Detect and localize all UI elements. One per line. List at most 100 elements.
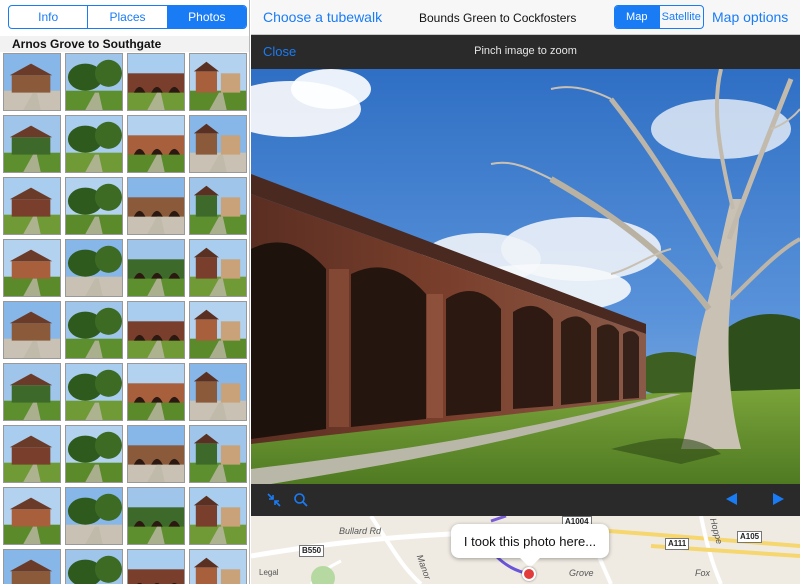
tab-places[interactable]: Places	[88, 6, 168, 28]
thumbnail-image	[190, 116, 246, 172]
map-type-toggle: Map Satellite	[614, 5, 704, 29]
photo-thumbnail[interactable]	[3, 115, 61, 173]
photo-thumbnail[interactable]	[3, 301, 61, 359]
photo-thumbnail[interactable]	[189, 53, 247, 111]
thumbnail-image	[128, 54, 184, 110]
thumbnail-image	[66, 116, 122, 172]
road-shield-a111: A111	[665, 538, 690, 550]
thumbnail-image	[128, 178, 184, 234]
thumbnail-image	[4, 488, 60, 544]
viaduct-photo[interactable]	[251, 69, 800, 484]
thumbnail-image	[190, 302, 246, 358]
photo-thumbnail[interactable]	[127, 363, 185, 421]
thumbnail-image	[4, 364, 60, 420]
tab-info[interactable]: Info	[9, 6, 89, 28]
photo-viewer-header: Close Pinch image to zoom	[251, 35, 800, 69]
thumbnail-image	[190, 54, 246, 110]
photo-thumbnail[interactable]	[189, 363, 247, 421]
thumbnail-image	[66, 426, 122, 482]
photo-thumbnail[interactable]	[65, 301, 123, 359]
photo-thumbnail[interactable]	[3, 425, 61, 483]
photo-thumbnail[interactable]	[3, 239, 61, 297]
thumbnail-image	[128, 364, 184, 420]
photo-thumbnail[interactable]	[189, 425, 247, 483]
thumbnail-image	[128, 550, 184, 584]
road-shield-a105: A105	[737, 531, 763, 543]
thumbnail-image	[66, 240, 122, 296]
zoom-hint: Pinch image to zoom	[474, 45, 577, 57]
photo-thumbnail[interactable]	[189, 549, 247, 584]
thumbnail-image	[66, 488, 122, 544]
map-pin-icon[interactable]	[522, 567, 536, 581]
thumbnail-image	[4, 240, 60, 296]
photo-thumbnail[interactable]	[65, 115, 123, 173]
map-type-satellite-button[interactable]: Satellite	[660, 6, 704, 28]
thumbnail-image	[4, 426, 60, 482]
header-bar: Choose a tubewalk Bounds Green to Cockfo…	[251, 0, 800, 35]
thumbnail-image	[66, 178, 122, 234]
photo-thumbnail[interactable]	[3, 177, 61, 235]
photo-thumbnail[interactable]	[189, 177, 247, 235]
photo-thumbnail[interactable]	[65, 239, 123, 297]
route-title: Bounds Green to Cockfosters	[419, 11, 577, 25]
choose-tubewalk-button[interactable]: Choose a tubewalk	[263, 9, 382, 25]
photo-thumbnail[interactable]	[127, 177, 185, 235]
photo-browser-panel: Info Places Photos Arnos Grove to Southg…	[0, 0, 250, 584]
prev-arrow-icon[interactable]	[725, 492, 739, 506]
tab-photos[interactable]: Photos	[167, 6, 246, 28]
photo-thumbnail[interactable]	[189, 239, 247, 297]
photo-thumbnail[interactable]	[127, 53, 185, 111]
photo-thumbnail[interactable]	[65, 177, 123, 235]
section-title: Arnos Grove to Southgate	[0, 36, 249, 52]
map-view[interactable]: B550 A1004 A111 A105 Bullard Rd Manor Gr…	[251, 516, 800, 584]
road-label-bullard: Bullard Rd	[339, 526, 382, 536]
photo-thumbnail[interactable]	[189, 115, 247, 173]
road-label-fox: Fox	[695, 568, 711, 578]
thumbnail-image	[66, 550, 122, 584]
thumbnail-image	[4, 116, 60, 172]
photo-thumbnail[interactable]	[127, 549, 185, 584]
thumbnail-image	[4, 54, 60, 110]
legal-link[interactable]: Legal	[259, 568, 279, 577]
thumbnail-image	[128, 302, 184, 358]
thumbnail-image	[4, 550, 60, 584]
photo-thumbnail[interactable]	[65, 363, 123, 421]
photo-thumbnail[interactable]	[127, 239, 185, 297]
thumbnail-image	[190, 426, 246, 482]
thumbnail-image	[190, 178, 246, 234]
road-shield-b550: B550	[299, 545, 325, 557]
app-window: Info Places Photos Arnos Grove to Southg…	[0, 0, 800, 584]
thumbnail-image	[4, 302, 60, 358]
photo-thumbnail[interactable]	[127, 115, 185, 173]
thumbnail-image	[128, 488, 184, 544]
photo-thumbnail[interactable]	[3, 363, 61, 421]
shrink-icon[interactable]	[266, 492, 282, 508]
photo-location-callout[interactable]: I took this photo here...	[451, 524, 609, 558]
photo-thumbnail[interactable]	[3, 487, 61, 545]
thumbnail-image	[190, 240, 246, 296]
photo-thumbnail[interactable]	[65, 425, 123, 483]
photo-thumbnail[interactable]	[3, 53, 61, 111]
photo-thumbnail[interactable]	[189, 301, 247, 359]
photo-thumbnail[interactable]	[3, 549, 61, 584]
photo-thumbnail[interactable]	[65, 53, 123, 111]
thumbnail-image	[128, 426, 184, 482]
thumbnail-image	[4, 178, 60, 234]
next-arrow-icon[interactable]	[771, 492, 785, 506]
photo-thumbnail[interactable]	[65, 549, 123, 584]
photo-thumbnail[interactable]	[189, 487, 247, 545]
road-label-grove: Grove	[569, 568, 594, 578]
thumbnail-image	[190, 488, 246, 544]
thumbnail-image	[190, 550, 246, 584]
map-options-button[interactable]: Map options	[712, 9, 788, 25]
photo-thumbnail[interactable]	[127, 487, 185, 545]
thumbnail-image	[128, 240, 184, 296]
photo-thumbnail[interactable]	[127, 425, 185, 483]
map-type-map-button[interactable]: Map	[615, 6, 660, 28]
search-icon[interactable]	[293, 492, 309, 508]
thumbnail-image	[128, 116, 184, 172]
photo-thumbnail[interactable]	[65, 487, 123, 545]
left-tab-bar: Info Places Photos	[8, 5, 247, 29]
photo-thumbnail-grid	[3, 53, 249, 584]
photo-thumbnail[interactable]	[127, 301, 185, 359]
